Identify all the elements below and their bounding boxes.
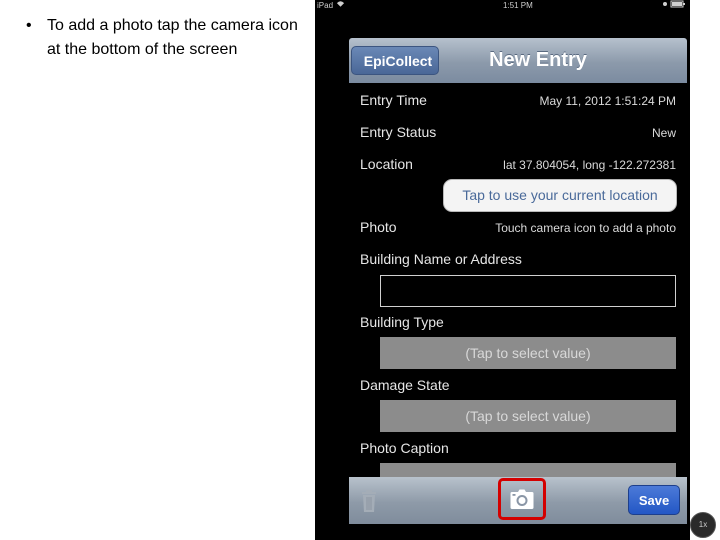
camera-highlight-box bbox=[498, 478, 546, 520]
photo-caption-field[interactable] bbox=[380, 463, 676, 477]
entry-status-label: Entry Status bbox=[360, 124, 437, 140]
ipad-screen: iPad 1:51 PM EpiCollect New Entry Entry … bbox=[315, 0, 690, 540]
entry-time-label: Entry Time bbox=[360, 92, 427, 108]
photo-caption-label: Photo Caption bbox=[360, 440, 449, 456]
trash-icon[interactable] bbox=[360, 489, 378, 513]
zoom-level-badge[interactable]: 1x bbox=[690, 512, 716, 538]
building-type-select[interactable]: (Tap to select value) bbox=[380, 337, 676, 369]
navigation-bar: EpiCollect New Entry bbox=[349, 38, 687, 83]
photo-label: Photo bbox=[360, 219, 397, 235]
entry-time-value: May 11, 2012 1:51:24 PM bbox=[539, 94, 676, 108]
damage-state-select[interactable]: (Tap to select value) bbox=[380, 400, 676, 432]
building-name-label: Building Name or Address bbox=[360, 251, 522, 267]
battery-icon bbox=[662, 0, 686, 12]
save-button[interactable]: Save bbox=[628, 485, 680, 515]
entry-form: Entry Time May 11, 2012 1:51:24 PM Entry… bbox=[349, 83, 687, 477]
wifi-icon bbox=[336, 0, 345, 12]
camera-icon[interactable] bbox=[510, 489, 534, 510]
entry-status-value: New bbox=[651, 126, 676, 140]
location-label: Location bbox=[360, 156, 413, 172]
location-value: lat 37.804054, long -122.272381 bbox=[503, 158, 676, 172]
photo-hint: Touch camera icon to add a photo bbox=[495, 221, 676, 235]
use-current-location-button[interactable]: Tap to use your current location bbox=[443, 179, 677, 212]
bottom-toolbar: Save bbox=[349, 477, 687, 524]
damage-state-label: Damage State bbox=[360, 377, 450, 393]
instruction-text: To add a photo tap the camera icon at th… bbox=[47, 17, 298, 58]
building-name-input[interactable] bbox=[380, 275, 676, 307]
page-title: New Entry bbox=[489, 49, 587, 71]
carrier-label: iPad bbox=[317, 1, 334, 10]
bullet-marker: • bbox=[26, 17, 32, 34]
back-button-epicollect[interactable]: EpiCollect bbox=[351, 46, 439, 75]
status-bar: iPad 1:51 PM bbox=[315, 0, 690, 12]
building-type-label: Building Type bbox=[360, 314, 444, 330]
status-time: 1:51 PM bbox=[503, 1, 533, 10]
